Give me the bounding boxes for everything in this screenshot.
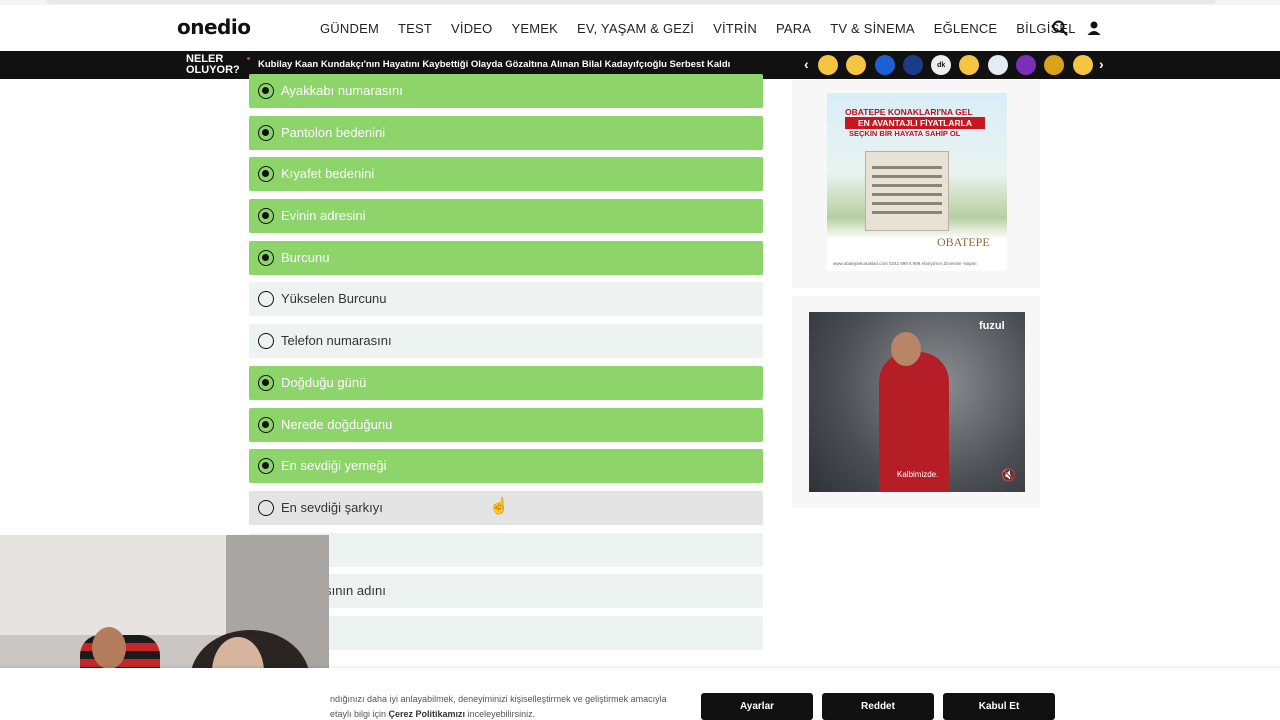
reaction-emoji-icon[interactable]	[902, 55, 923, 75]
ticker-label-line2: OLUYOR?	[186, 64, 240, 76]
radio-checked-icon	[258, 83, 274, 99]
top-strip-inner	[46, 0, 1216, 4]
radio-checked-icon	[258, 374, 274, 391]
quiz-option-label: Doğduğu günü	[281, 374, 367, 390]
reaction-emoji-icon[interactable]	[987, 55, 1008, 75]
site-header: onedio GÜNDEM TEST VİDEO YEMEK EV, YAŞAM…	[0, 5, 1280, 51]
nav-item-tv-sinema[interactable]: TV & SİNEMA	[830, 21, 915, 36]
cookie-settings-button[interactable]: Ayarlar	[701, 693, 813, 720]
quiz-option-label: Yükselen Burcunu	[281, 291, 387, 307]
reaction-emoji-icon[interactable]	[1016, 55, 1037, 75]
ad-headline-2: EN AVANTAJLI FİYATLARLA	[845, 117, 985, 129]
reaction-emoji-icon[interactable]	[1072, 55, 1093, 75]
radio-unchecked-icon	[258, 291, 274, 308]
building-image	[865, 151, 949, 231]
quiz-option-label: Burcunu	[281, 249, 330, 265]
quiz-option[interactable]: Burcunu	[249, 240, 763, 275]
fuzul-video-ad[interactable]: fuzul Kalbimizde. 🔇	[809, 312, 1025, 492]
nav-item-video[interactable]: VİDEO	[451, 21, 492, 36]
obatepe-ad[interactable]: OBATEPE KONAKLARI'NA GEL EN AVANTAJLI Fİ…	[827, 93, 1007, 271]
quiz-option[interactable]: Telefon numarasını	[249, 324, 763, 359]
quiz-option-label: Evinin adresini	[281, 208, 366, 224]
user-icon[interactable]	[1085, 19, 1103, 37]
reaction-emoji-icon[interactable]	[1044, 55, 1065, 75]
nav-item-ev-yasam-gezi[interactable]: EV, YAŞAM & GEZİ	[577, 21, 694, 36]
reaction-emoji-icon[interactable]	[874, 55, 895, 75]
cookie-text-suffix: inceleyebilirsiniz.	[465, 709, 536, 719]
cookie-policy-link[interactable]: Çerez Politikamızı	[389, 709, 466, 719]
nav-item-test[interactable]: TEST	[398, 21, 432, 36]
ad-brand: OBATEPE	[937, 235, 990, 249]
reaction-emojis: dk	[818, 55, 1101, 75]
cookie-accept-button[interactable]: Kabul Et	[943, 693, 1055, 720]
search-icon[interactable]	[1051, 19, 1069, 37]
quiz-option-label: Nerede doğduğunu	[281, 416, 393, 432]
ticker-headline[interactable]: Kubilay Kaan Kundakçı'nın Hayatını Kaybe…	[258, 59, 730, 70]
quiz-option[interactable]: Yükselen Burcunu	[249, 282, 763, 317]
quiz-option-label: En sevdiği yemeği	[281, 458, 387, 474]
reaction-emoji-icon[interactable]	[959, 55, 980, 75]
quiz-option[interactable]: En sevdiği yemeği	[249, 449, 763, 484]
quiz-option[interactable]: Doğduğu günü	[249, 365, 763, 400]
radio-checked-icon	[258, 249, 274, 266]
cookie-text-1: ndığınızı daha iyi anlayabilmek, deneyim…	[330, 694, 667, 704]
quiz-option[interactable]: Kıyafet bedenini	[249, 157, 763, 192]
quiz-option-label: Ayakkabı numarasını	[281, 83, 403, 98]
nav-item-eglence[interactable]: EĞLENCE	[934, 21, 998, 36]
quiz-option[interactable]: Evinin adresini	[249, 199, 763, 234]
reaction-emoji-icon[interactable]: dk	[931, 55, 952, 75]
quiz-option[interactable]: Pantolon bedenini	[249, 115, 763, 150]
webcam-face-1	[92, 627, 126, 669]
cookie-text-prefix: etaylı bilgi için	[330, 709, 389, 719]
radio-checked-icon	[258, 208, 274, 225]
nav-item-gundem[interactable]: GÜNDEM	[320, 21, 379, 36]
quiz-option-label: Pantolon bedenini	[281, 124, 386, 140]
quiz-option-label: Telefon numarasını	[281, 333, 392, 349]
nav-item-vitrin[interactable]: VİTRİN	[713, 21, 757, 36]
ad2-brand: fuzul	[979, 320, 1005, 332]
webcam-wall	[0, 535, 226, 635]
ticker-label: NELER OLUYOR?	[186, 54, 240, 76]
ad2-caption: Kalbimizde.	[897, 470, 939, 479]
radio-unchecked-icon	[258, 499, 274, 516]
reaction-emoji-icon[interactable]	[846, 55, 867, 75]
chevron-right-icon[interactable]: ›	[1099, 57, 1104, 71]
cookie-text-2: etaylı bilgi için Çerez Politikamızı inc…	[330, 709, 535, 719]
main-nav: GÜNDEM TEST VİDEO YEMEK EV, YAŞAM & GEZİ…	[320, 21, 1095, 36]
quiz-option-label: Kıyafet bedenini	[281, 166, 375, 182]
ad-headline-3: SEÇKİN BİR HAYATA SAHİP OL	[849, 129, 961, 138]
radio-checked-icon	[258, 416, 274, 433]
quiz-option[interactable]: Ayakkabı numarasını	[249, 74, 763, 108]
ticker-dot	[247, 57, 250, 60]
site-logo[interactable]: onedio	[177, 15, 251, 39]
radio-checked-icon	[258, 166, 274, 183]
quiz-option[interactable]: Nerede doğduğunu	[249, 407, 763, 442]
radio-unchecked-icon	[258, 333, 274, 350]
cookie-reject-button[interactable]: Reddet	[822, 693, 934, 720]
nav-item-para[interactable]: PARA	[776, 21, 811, 36]
player-head	[891, 332, 921, 366]
nav-item-yemek[interactable]: YEMEK	[511, 21, 558, 36]
radio-checked-icon	[258, 124, 274, 141]
mouse-cursor: ☝	[489, 498, 509, 515]
chevron-left-icon[interactable]: ‹	[804, 57, 809, 71]
ad-footer: www.obatepekonaklari.com 0242 999 6 999 …	[833, 261, 977, 266]
radio-checked-icon	[258, 458, 274, 475]
reaction-emoji-icon[interactable]	[818, 55, 838, 75]
quiz-option-label: En sevdiği şarkıyı	[281, 499, 383, 515]
mute-icon[interactable]: 🔇	[1001, 468, 1016, 482]
ad-headline-1: OBATEPE KONAKLARI'NA GEL	[845, 107, 973, 117]
